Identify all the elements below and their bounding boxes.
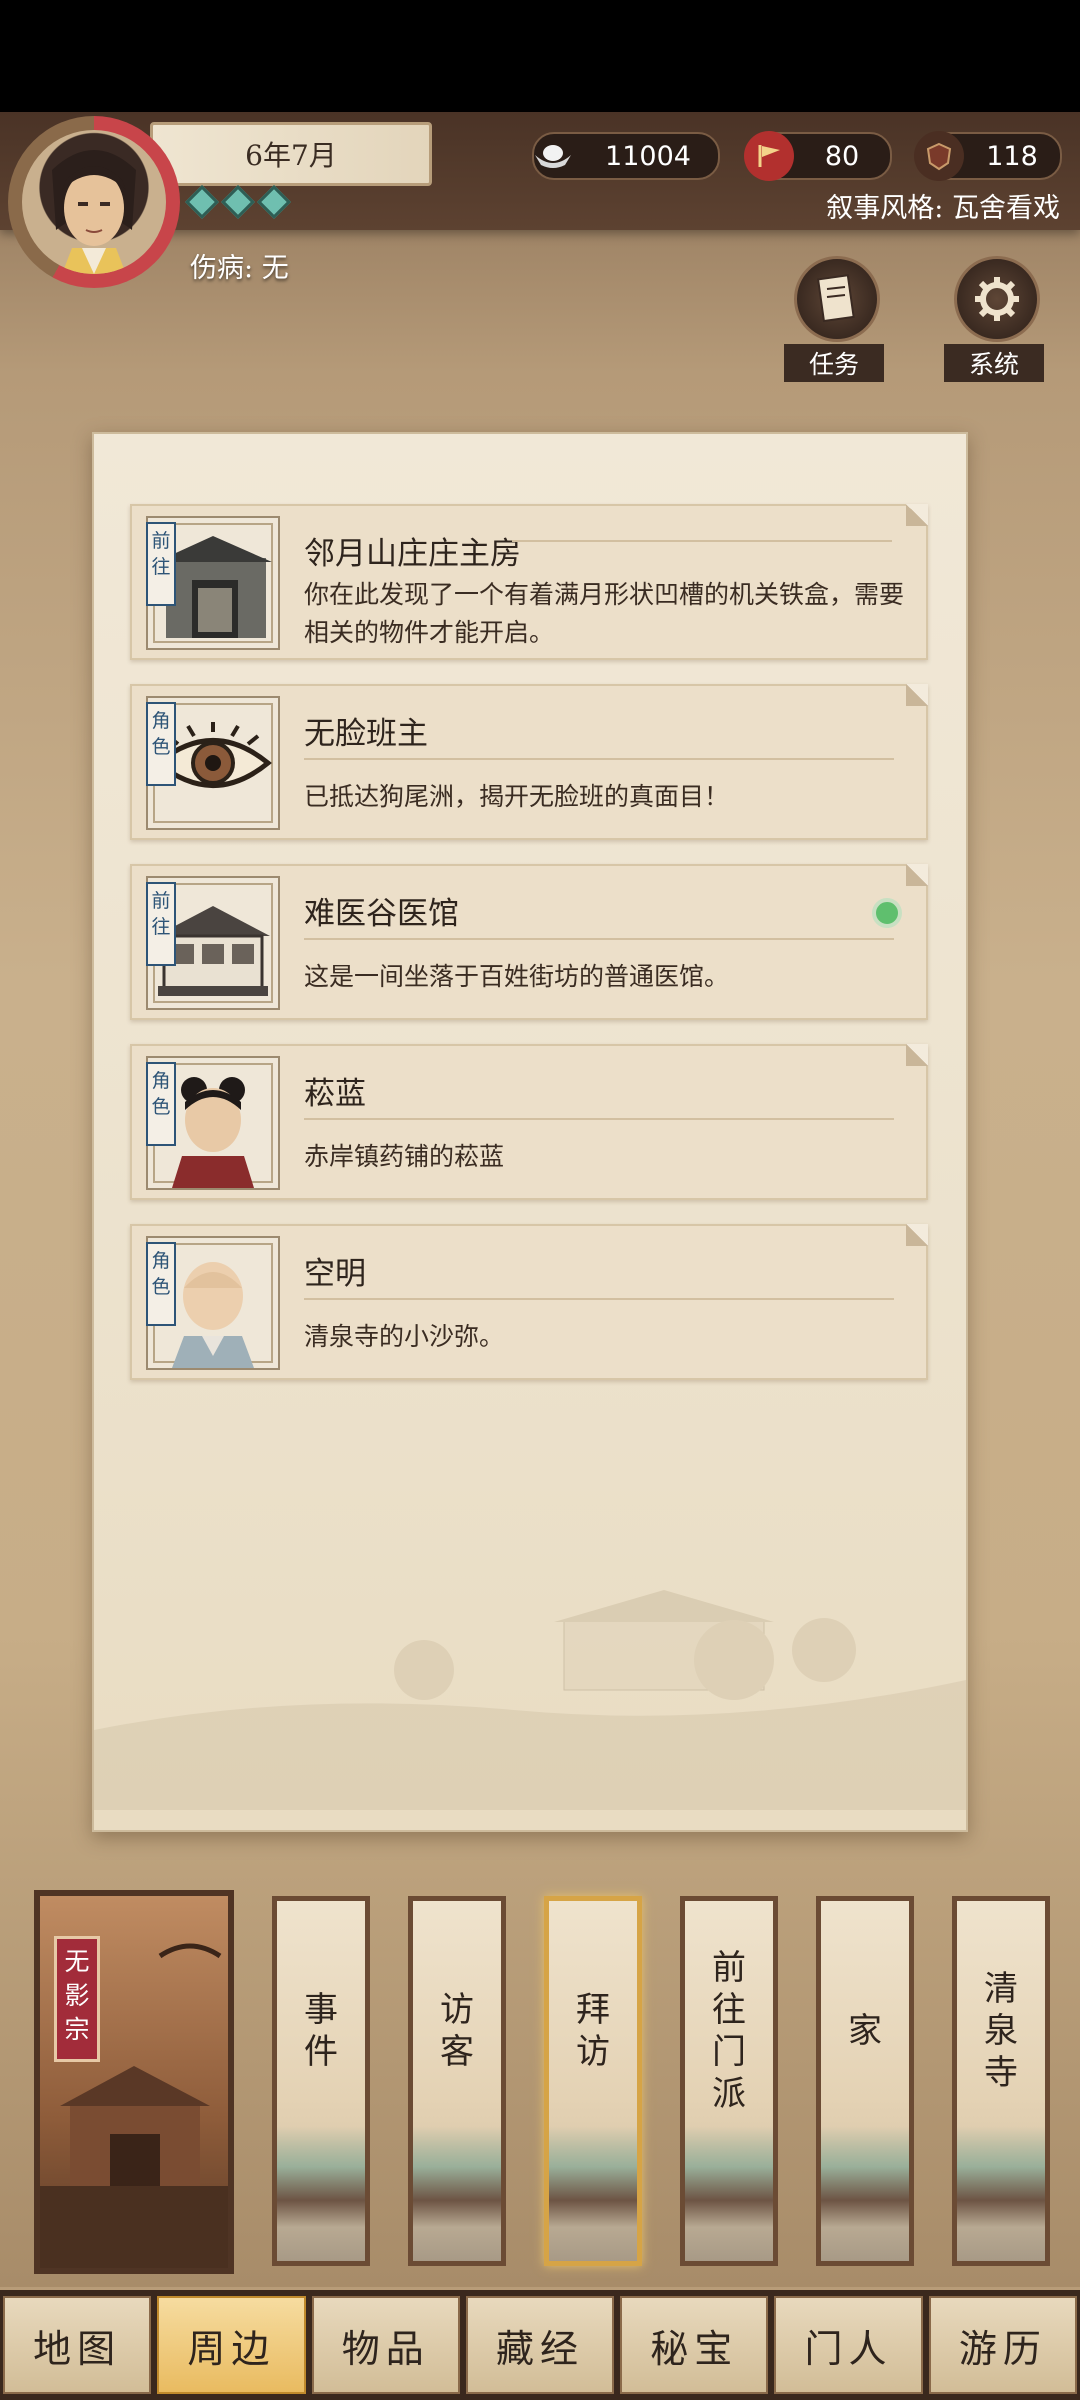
status-diamonds xyxy=(185,185,291,219)
card-desc: 赤岸镇药铺的菘蓝 xyxy=(304,1142,505,1171)
sect-card[interactable]: 无影宗 xyxy=(34,1890,234,2274)
scroll-label: 前往门派 xyxy=(685,1931,773,2131)
narrative-style-value: 瓦舍看戏 xyxy=(952,193,1060,224)
injury-status: 伤病: 无 xyxy=(190,246,289,285)
diamond-icon xyxy=(221,185,255,219)
scroll-label: 清泉寺 xyxy=(957,1931,1045,2131)
status-bar-area xyxy=(0,0,1080,112)
card-title: 菘蓝 xyxy=(304,1076,366,1112)
narrative-style-label: 叙事风格: xyxy=(826,193,944,224)
action-tag: 角色 xyxy=(146,1242,176,1326)
scroll-scene xyxy=(413,2126,501,2261)
scroll-go-to-sect[interactable]: 前往门派 xyxy=(680,1896,778,2266)
list-item[interactable]: 前往 邻月山庄庄主房 你在此发现了一个有着满月形状凹槽的机关铁盒，需要相关的物件… xyxy=(130,504,928,660)
gear-icon xyxy=(975,277,1019,321)
nav-items[interactable]: 物品 xyxy=(311,2296,460,2394)
card-title: 邻月山庄庄主房 xyxy=(304,536,521,572)
nav-disciples[interactable]: 门人 xyxy=(774,2296,923,2394)
scroll-scene xyxy=(821,2126,909,2261)
action-tag: 角色 xyxy=(146,702,176,786)
sect-name: 无影宗 xyxy=(54,1936,100,2062)
scroll-scene xyxy=(957,2126,1045,2261)
card-desc: 清泉寺的小沙弥。 xyxy=(304,1322,505,1351)
divider xyxy=(304,1298,894,1300)
card-desc: 你在此发现了一个有着满月形状凹槽的机关铁盒，需要相关的物件才能开启。 xyxy=(304,580,905,647)
list-item[interactable]: 角色 无脸班主 已抵达狗尾洲，揭开无脸班的真面目！ xyxy=(130,684,928,840)
system-label[interactable]: 系统 xyxy=(944,344,1044,382)
scroll-label: 拜访 xyxy=(549,1931,637,2131)
scroll-visitors[interactable]: 访客 xyxy=(408,1896,506,2266)
badge-icon xyxy=(914,131,964,181)
card-title: 无脸班主 xyxy=(304,716,428,752)
nav-map[interactable]: 地图 xyxy=(3,2296,152,2394)
card-desc: 这是一间坐落于百姓街坊的普通医馆。 xyxy=(304,962,730,991)
tasks-button[interactable] xyxy=(794,256,880,342)
scroll-label: 家 xyxy=(821,1931,909,2131)
bottom-nav: 地图 周边 物品 藏经 秘宝 门人 游历 xyxy=(0,2290,1080,2400)
scroll-label: 访客 xyxy=(413,1931,501,2131)
injury-value: 无 xyxy=(261,253,289,284)
date-plate: 6年7月 xyxy=(150,122,432,186)
silver-counter[interactable]: 11004 xyxy=(532,132,720,180)
divider xyxy=(304,938,894,940)
scroll-label-text: 家 xyxy=(848,2011,882,2051)
silver-ingot-icon xyxy=(528,131,578,181)
nav-nearby[interactable]: 周边 xyxy=(157,2296,306,2394)
nav-travel[interactable]: 游历 xyxy=(928,2296,1077,2394)
nav-treasures[interactable]: 秘宝 xyxy=(620,2296,769,2394)
badge-value: 118 xyxy=(986,140,1038,172)
scroll-label-text: 事件 xyxy=(304,1990,338,2072)
list-item[interactable]: 角色 空明 清泉寺的小沙弥。 xyxy=(130,1224,928,1380)
card-title: 难医谷医馆 xyxy=(304,896,459,932)
nav-scriptures[interactable]: 藏经 xyxy=(465,2296,615,2394)
sect-name-text: 无影宗 xyxy=(64,1947,90,2044)
card-desc: 已抵达狗尾洲，揭开无脸班的真面目！ xyxy=(304,782,730,811)
new-indicator-dot xyxy=(872,898,902,928)
card-title: 空明 xyxy=(304,1256,366,1292)
avatar-portrait-icon xyxy=(52,150,136,274)
divider xyxy=(512,540,892,542)
scroll-qingquan-temple[interactable]: 清泉寺 xyxy=(952,1896,1050,2266)
divider xyxy=(304,758,894,760)
flag-counter[interactable]: 80 xyxy=(744,131,892,181)
system-button[interactable] xyxy=(954,256,1040,342)
landscape-sketch xyxy=(94,1590,966,1810)
injury-label: 伤病: xyxy=(190,253,254,284)
diamond-icon xyxy=(257,185,291,219)
date-text: 6年7月 xyxy=(245,139,337,172)
scroll-home[interactable]: 家 xyxy=(816,1896,914,2266)
badge-counter[interactable]: 118 xyxy=(914,131,1062,181)
scroll-notes-icon xyxy=(816,274,855,323)
narrative-style[interactable]: 叙事风格: 瓦舍看戏 xyxy=(826,186,1060,225)
action-tag: 角色 xyxy=(146,1062,176,1146)
list-item[interactable]: 角色 菘蓝 赤岸镇药铺的菘蓝 xyxy=(130,1044,928,1200)
scroll-visit[interactable]: 拜访 xyxy=(544,1896,642,2266)
player-avatar[interactable] xyxy=(22,130,166,274)
scroll-label: 事件 xyxy=(277,1931,365,2131)
scroll-events[interactable]: 事件 xyxy=(272,1896,370,2266)
scroll-label-text: 前往门派 xyxy=(712,1948,746,2114)
divider xyxy=(304,1118,894,1120)
scroll-label-text: 拜访 xyxy=(576,1990,610,2072)
scroll-scene xyxy=(549,2126,637,2261)
scroll-label-text: 清泉寺 xyxy=(984,1969,1018,2093)
list-item[interactable]: 前往 难医谷医馆 这是一间坐落于百姓街坊的普通医馆。 xyxy=(130,864,928,1020)
tasks-label[interactable]: 任务 xyxy=(784,344,884,382)
silver-value: 11004 xyxy=(605,140,691,172)
action-tag: 前往 xyxy=(146,882,176,966)
diamond-icon xyxy=(185,185,219,219)
red-flag-icon xyxy=(744,131,794,181)
action-tag: 前往 xyxy=(146,522,176,606)
flag-value: 80 xyxy=(824,140,860,172)
scroll-scene xyxy=(277,2126,365,2261)
scroll-label-text: 访客 xyxy=(440,1990,474,2072)
scroll-scene xyxy=(685,2126,773,2261)
